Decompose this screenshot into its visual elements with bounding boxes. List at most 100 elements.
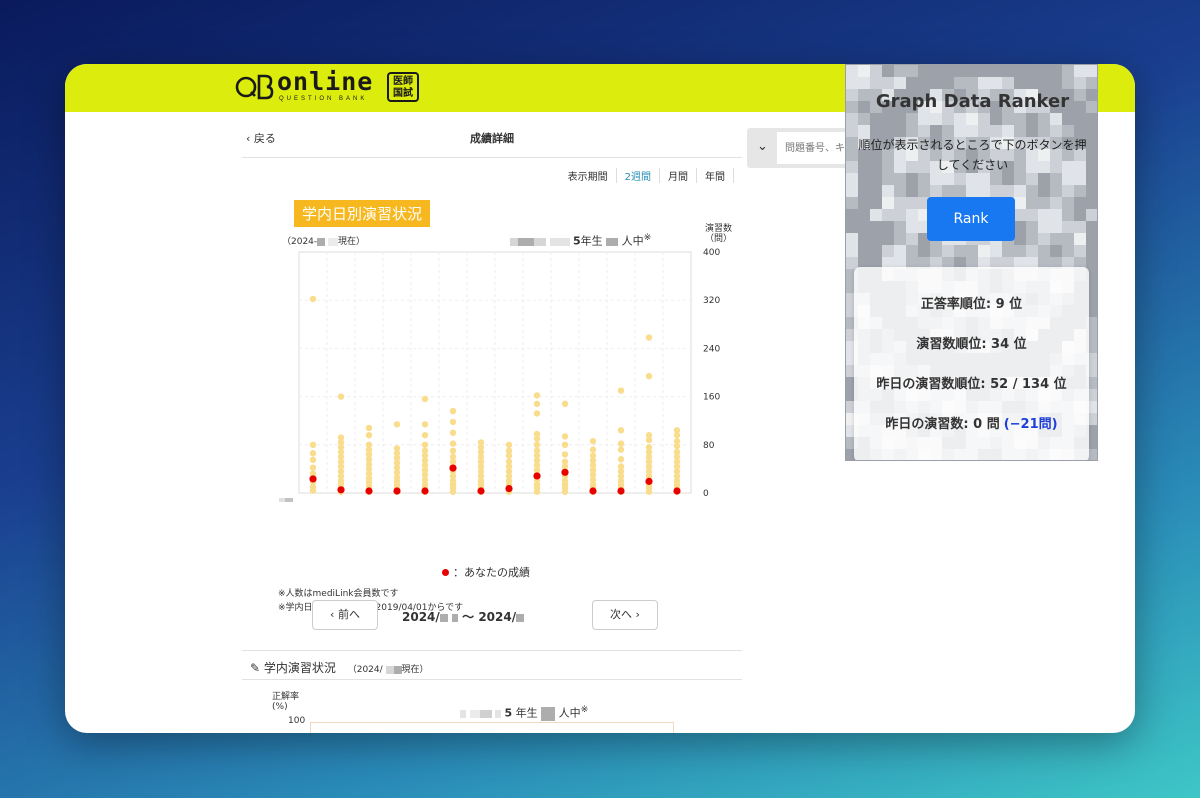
prev-period-button[interactable]: ‹ 前へ [312,600,378,630]
peer-data-point [365,441,373,448]
peer-data-point [393,445,401,452]
period-option-2weeks[interactable]: 2週間 [615,168,659,183]
pixel-tile [1074,221,1086,233]
y-axis-title-line1: 演習数 [705,224,733,234]
peer-data-point [561,441,569,448]
pixel-tile [906,113,918,125]
accuracy-grade-label: 5 年生 人中※ [460,704,588,721]
pixel-tile [846,245,858,257]
peer-data-point [561,433,569,440]
peer-data-point [561,451,569,458]
accuracy-y-axis-title: 正解率 (%) [272,692,299,712]
your-score-point [309,475,317,483]
pixel-tile [1014,113,1026,125]
y-axis-title: 演習数 （問） [705,224,732,244]
pixel-tile [1026,209,1038,221]
pixel-tile [870,77,882,89]
peer-data-point [365,431,373,439]
rank-button[interactable]: Rank [927,197,1015,241]
peer-data-point [673,448,681,456]
range-start-prefix: 2024/ [402,610,440,624]
pixel-tile [1086,233,1097,245]
qb-online-logo[interactable]: online QUESTION BANK 医師 国試 [235,67,425,106]
page-title: 成績詳細 [470,132,514,145]
pixel-tile [870,245,882,257]
accuracy-y-axis-line1: 正解率 [272,692,300,702]
peer-data-point [617,446,625,453]
pixel-tile [990,65,1002,77]
pixel-tile [1038,113,1050,125]
qb-logo-icon [235,74,274,100]
ranker-title: Graph Data Ranker [875,91,1070,112]
pixel-tile [1026,77,1038,89]
pixel-tile [942,113,954,125]
section2-subtitle-prefix: （2024/ [347,665,383,675]
peer-data-point [673,427,681,434]
pixel-tile [966,77,978,89]
pixel-tile [1074,233,1086,245]
pixel-tile [918,185,930,197]
peer-data-point [533,400,541,408]
pixel-tile [1074,245,1086,257]
pixel-tile [930,77,942,89]
pixel-tile [882,209,894,221]
pixel-tile [1002,77,1014,89]
redacted-block [479,709,492,718]
peer-data-point [449,447,457,455]
peer-data-point [645,334,653,341]
pixel-tile [870,233,882,245]
pixel-tile [882,221,894,233]
pixel-tile [906,245,918,257]
pixel-tile [1050,221,1062,233]
peer-data-point [449,440,457,447]
pixel-tile [906,233,918,245]
pixel-tile [906,77,918,89]
redacted-block [279,498,285,502]
section2-title: ✎ 学内演習状況 （2024/ 現在） [250,659,429,676]
peer-data-point [309,441,317,448]
pixel-tile [1074,197,1086,209]
peer-data-point [589,437,597,445]
redacted-block [460,709,466,718]
pixel-tile [1086,197,1097,209]
pixel-tile [1038,221,1050,233]
legend-label: ：あなたの成績 [453,566,530,579]
pixel-tile [1062,245,1074,257]
chevron-down-icon[interactable]: ⌄ [757,139,768,154]
legend-red-dot [442,569,449,576]
daily-exercise-scatter-chart: 0801602403204002024 [279,248,720,502]
pixel-tile [882,65,894,77]
your-score-point [365,487,373,495]
accuracy-y-tick-100: 100 [288,716,306,726]
peer-data-point [645,431,653,439]
period-option-year[interactable]: 年間 [696,168,733,183]
exercise-rank-result: 演習数順位: 34 位 [916,337,1027,352]
pixel-tile [954,185,966,197]
pixel-tile [942,245,954,257]
peer-data-point [645,444,653,451]
pixel-tile [846,137,858,149]
pixel-tile [990,113,1002,125]
next-period-button[interactable]: 次へ › [592,600,658,630]
pixel-tile [1014,221,1026,233]
peer-data-point [449,429,457,436]
pixel-tile [846,221,858,233]
chevron-right-icon: › [632,608,640,621]
pixel-tile [978,65,990,77]
school-exercise-section-header: ✎ 学内演習状況 （2024/ 現在） [242,650,742,680]
pixel-tile [978,113,990,125]
pixel-tile [1050,185,1062,197]
pixel-tile [978,77,990,89]
pixel-tile [870,65,882,77]
pixel-tile [870,209,882,221]
your-score-point [589,487,597,495]
period-option-month[interactable]: 月間 [659,168,696,183]
pixel-tile [1062,233,1074,245]
next-label: 次へ [610,608,633,621]
pixel-tile [882,77,894,89]
peer-data-point [393,421,401,428]
pixel-tile [1038,77,1050,89]
accuracy-y-axis-line2: (%) [272,702,288,712]
pixel-tile [846,233,858,245]
period-label: 表示期間 [567,172,608,183]
